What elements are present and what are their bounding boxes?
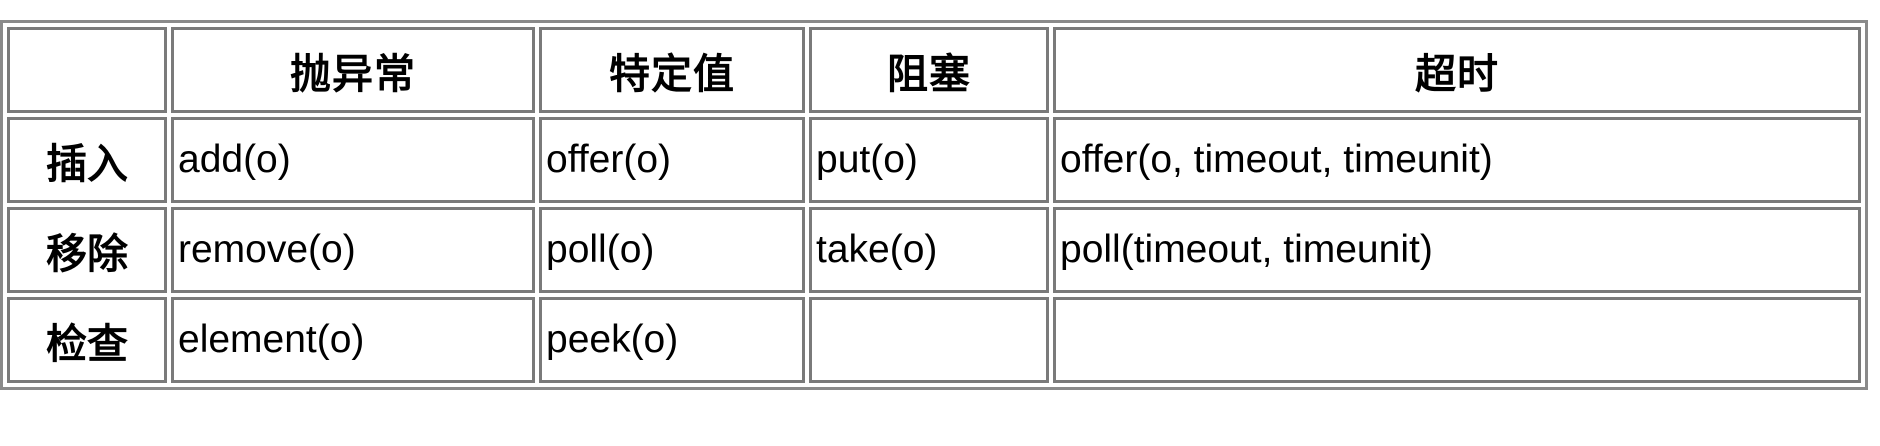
table-cell: put(o): [809, 117, 1049, 203]
queue-methods-table: 抛异常 特定值 阻塞 超时 插入 add(o) offer(o) put(o) …: [0, 20, 1868, 390]
corner-header: [7, 27, 167, 113]
row-label-examine: 检查: [7, 297, 167, 383]
table-cell: take(o): [809, 207, 1049, 293]
header-row: 抛异常 特定值 阻塞 超时: [7, 27, 1861, 113]
table-container: 抛异常 特定值 阻塞 超时 插入 add(o) offer(o) put(o) …: [0, 20, 1868, 390]
header-special-value: 特定值: [539, 27, 805, 113]
table-cell: element(o): [171, 297, 535, 383]
table-row-remove: 移除 remove(o) poll(o) take(o) poll(timeou…: [7, 207, 1861, 293]
table-cell: [1053, 297, 1861, 383]
table-cell: offer(o): [539, 117, 805, 203]
table-cell: add(o): [171, 117, 535, 203]
header-throws-exception: 抛异常: [171, 27, 535, 113]
table-cell: poll(timeout, timeunit): [1053, 207, 1861, 293]
table-cell: peek(o): [539, 297, 805, 383]
table-cell: poll(o): [539, 207, 805, 293]
table-row-examine: 检查 element(o) peek(o): [7, 297, 1861, 383]
header-times-out: 超时: [1053, 27, 1861, 113]
table-row-insert: 插入 add(o) offer(o) put(o) offer(o, timeo…: [7, 117, 1861, 203]
header-blocks: 阻塞: [809, 27, 1049, 113]
table-cell: offer(o, timeout, timeunit): [1053, 117, 1861, 203]
table-cell: remove(o): [171, 207, 535, 293]
row-label-remove: 移除: [7, 207, 167, 293]
row-label-insert: 插入: [7, 117, 167, 203]
table-cell: [809, 297, 1049, 383]
